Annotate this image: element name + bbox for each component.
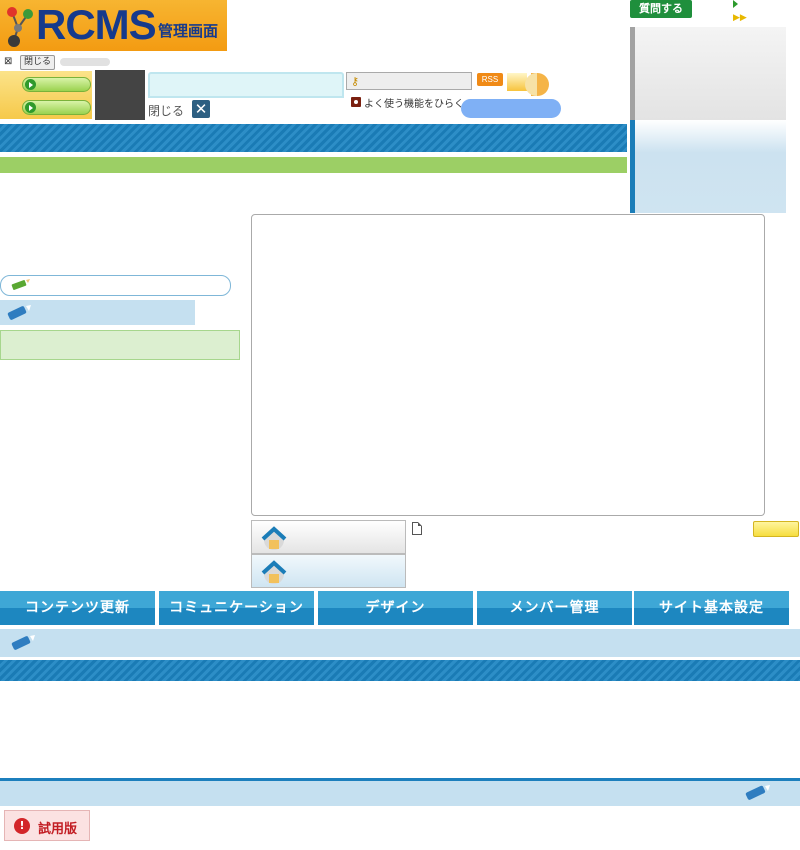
- pencil-icon[interactable]: [742, 782, 772, 804]
- pencil-icon: [11, 279, 30, 290]
- home-button[interactable]: [251, 520, 406, 554]
- key-input[interactable]: ⚷: [346, 72, 472, 90]
- key-icon: ⚷: [351, 75, 360, 88]
- molecule-icon: [7, 7, 33, 47]
- yellow-button[interactable]: [753, 521, 799, 537]
- trial-label: 試用版: [38, 822, 78, 837]
- color-swatch[interactable]: [507, 73, 527, 91]
- right-panel: [630, 27, 786, 213]
- logo-subtitle: 管理画面: [158, 22, 219, 40]
- edit-input[interactable]: [0, 275, 231, 296]
- shortcut-box: [0, 71, 92, 119]
- ask-question-button[interactable]: 質問する: [630, 0, 692, 18]
- nav-contents-update[interactable]: コンテンツ更新: [0, 591, 155, 625]
- home-icon: [261, 526, 287, 550]
- close-label: 閉じる: [148, 104, 185, 118]
- close-small-button[interactable]: 閉じる: [20, 55, 56, 70]
- close-icon[interactable]: ✕: [192, 100, 210, 118]
- panel-top: [635, 27, 786, 120]
- logo-brand: RCMS: [36, 1, 157, 48]
- shortcut-button-1[interactable]: [22, 77, 91, 92]
- blue-pill-button[interactable]: [461, 99, 561, 118]
- status-bar: [0, 157, 627, 173]
- close-x-icon[interactable]: ⊠: [4, 57, 14, 67]
- search-input[interactable]: [148, 72, 344, 98]
- favorites-link[interactable]: よく使う機能をひらく: [364, 95, 464, 110]
- header-stripe: [0, 124, 627, 152]
- panel-bottom: [635, 120, 786, 213]
- avatar: [95, 70, 145, 120]
- play-icon: [25, 79, 36, 90]
- loading-pill: [60, 58, 110, 66]
- favorites-icon: [351, 97, 361, 107]
- section-stripe: [0, 660, 800, 681]
- toggle-knob[interactable]: [525, 73, 549, 96]
- arrow-right-icon[interactable]: [733, 0, 738, 8]
- shortcut-button-2[interactable]: [22, 100, 91, 115]
- home-button-secondary[interactable]: [251, 554, 406, 588]
- document-icon[interactable]: [412, 522, 422, 535]
- main-nav: コンテンツ更新 コミュニケーション デザイン メンバー管理 サイト基本設定: [0, 591, 800, 625]
- trial-badge: ! 試用版: [4, 810, 90, 841]
- nav-member-management[interactable]: メンバー管理: [477, 591, 632, 625]
- info-panel: [0, 330, 240, 360]
- nav-communication[interactable]: コミュニケーション: [159, 591, 314, 625]
- edit-section[interactable]: [0, 300, 195, 325]
- nav-design[interactable]: デザイン: [318, 591, 473, 625]
- rss-button[interactable]: RSS: [477, 73, 503, 86]
- pencil-icon: [7, 305, 31, 320]
- home-icon: [261, 560, 287, 584]
- warning-icon: !: [14, 818, 30, 834]
- main-content-box: [251, 214, 765, 516]
- footer-bar: [0, 781, 800, 806]
- nav-site-settings[interactable]: サイト基本設定: [634, 591, 789, 625]
- edit-bar[interactable]: [0, 629, 800, 657]
- play-icon: [25, 102, 36, 113]
- double-arrow-icon[interactable]: ▶▶: [733, 13, 747, 23]
- rcms-logo[interactable]: RCMS 管理画面: [0, 0, 227, 51]
- pencil-icon: [11, 635, 35, 650]
